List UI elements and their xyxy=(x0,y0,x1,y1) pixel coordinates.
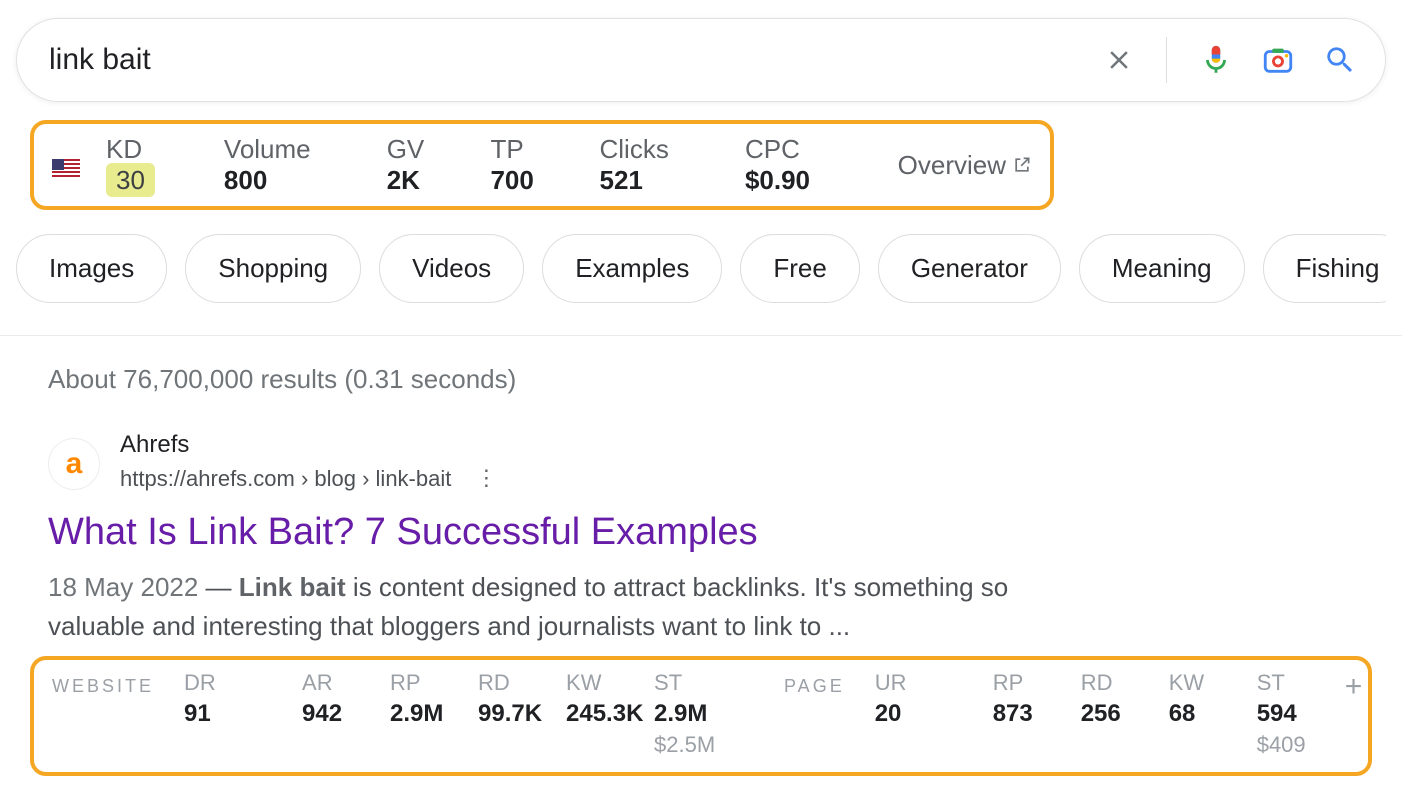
divider xyxy=(1166,37,1167,83)
chip-examples[interactable]: Examples xyxy=(542,234,722,303)
ar-metric: AR 942 xyxy=(302,670,360,728)
rd-website-metric: RD 99.7K xyxy=(478,670,536,728)
search-bar xyxy=(16,18,1386,102)
clicks-metric: Clicks 521 xyxy=(599,134,718,196)
volume-label: Volume xyxy=(224,134,311,164)
st-website-sub: $2.5M xyxy=(654,732,712,758)
st-page-metric: ST 594 $409 xyxy=(1257,670,1315,758)
rp-website-metric: RP 2.9M xyxy=(390,670,448,728)
search-input[interactable] xyxy=(49,43,1104,77)
tp-label: TP xyxy=(490,134,523,164)
st-website-value: 2.9M xyxy=(654,700,712,728)
clicks-value: 521 xyxy=(599,165,642,195)
results-count: About 76,700,000 results (0.31 seconds) xyxy=(48,364,1402,395)
rp-page-metric: RP 873 xyxy=(993,670,1051,728)
overview-label: Overview xyxy=(898,150,1006,181)
rd-website-value: 99.7K xyxy=(478,700,536,728)
ur-value: 20 xyxy=(875,700,933,728)
result-date: 18 May 2022 xyxy=(48,572,198,602)
rd-website-label: RD xyxy=(478,670,536,696)
chip-shopping[interactable]: Shopping xyxy=(185,234,361,303)
kw-page-value: 68 xyxy=(1169,700,1227,728)
ar-label: AR xyxy=(302,670,360,696)
kw-website-metric: KW 245.3K xyxy=(566,670,624,728)
rd-page-label: RD xyxy=(1081,670,1139,696)
ur-metric: UR 20 xyxy=(875,670,933,728)
ar-value: 942 xyxy=(302,700,360,728)
chip-meaning[interactable]: Meaning xyxy=(1079,234,1245,303)
filter-chips: Images Shopping Videos Examples Free Gen… xyxy=(16,234,1386,303)
gv-label: GV xyxy=(387,134,425,164)
rd-page-metric: RD 256 xyxy=(1081,670,1139,728)
page-section-label: PAGE xyxy=(784,670,845,697)
gv-value: 2K xyxy=(387,165,420,195)
st-page-sub: $409 xyxy=(1257,732,1315,758)
result-title[interactable]: What Is Link Bait? 7 Successful Examples xyxy=(48,511,1402,554)
ur-label: UR xyxy=(875,670,933,696)
chip-generator[interactable]: Generator xyxy=(878,234,1061,303)
rp-page-value: 873 xyxy=(993,700,1051,728)
chip-free[interactable]: Free xyxy=(740,234,859,303)
snippet-bold: Link bait xyxy=(239,572,346,602)
page-metrics-toolbar: WEBSITE DR 91 AR 942 RP 2.9M RD 99.7K KW… xyxy=(30,656,1372,776)
clicks-label: Clicks xyxy=(599,134,668,164)
result-snippet: 18 May 2022 — Link bait is content desig… xyxy=(48,568,1068,646)
search-result: a Ahrefs https://ahrefs.com › blog › lin… xyxy=(48,431,1402,646)
divider xyxy=(0,335,1402,336)
rp-website-label: RP xyxy=(390,670,448,696)
result-site-name: Ahrefs xyxy=(120,431,503,459)
kw-page-label: KW xyxy=(1169,670,1227,696)
chip-videos[interactable]: Videos xyxy=(379,234,524,303)
gv-metric: GV 2K xyxy=(387,134,465,196)
result-more-icon[interactable]: ⋮ xyxy=(469,459,503,497)
site-favicon: a xyxy=(48,438,100,490)
clear-icon[interactable] xyxy=(1104,45,1134,75)
voice-search-icon[interactable] xyxy=(1199,43,1233,77)
st-website-label: ST xyxy=(654,670,712,696)
add-metric-icon[interactable]: + xyxy=(1345,670,1363,704)
search-icons xyxy=(1104,37,1357,83)
cpc-label: CPC xyxy=(745,134,800,164)
image-search-icon[interactable] xyxy=(1261,43,1295,77)
snippet-sep: — xyxy=(198,572,238,602)
result-header: a Ahrefs https://ahrefs.com › blog › lin… xyxy=(48,431,1402,497)
cpc-value: $0.90 xyxy=(745,165,810,195)
result-url[interactable]: https://ahrefs.com › blog › link-bait xyxy=(120,466,451,492)
st-page-label: ST xyxy=(1257,670,1315,696)
website-section-label: WEBSITE xyxy=(52,670,154,697)
kd-metric: KD 30 xyxy=(106,134,198,196)
st-website-metric: ST 2.9M $2.5M xyxy=(654,670,712,758)
kd-value: 30 xyxy=(106,163,155,197)
chip-fishing[interactable]: Fishing xyxy=(1263,234,1386,303)
cpc-metric: CPC $0.90 xyxy=(745,134,872,196)
tp-metric: TP 700 xyxy=(490,134,573,196)
kw-website-value: 245.3K xyxy=(566,700,624,728)
volume-value: 800 xyxy=(224,165,267,195)
search-icon[interactable] xyxy=(1323,43,1357,77)
dr-metric: DR 91 xyxy=(184,670,242,728)
rp-website-value: 2.9M xyxy=(390,700,448,728)
dr-label: DR xyxy=(184,670,242,696)
rd-page-value: 256 xyxy=(1081,700,1139,728)
external-link-icon xyxy=(1012,155,1032,175)
rp-page-label: RP xyxy=(993,670,1051,696)
country-flag-icon[interactable] xyxy=(52,155,80,175)
seo-metrics-toolbar: KD 30 Volume 800 GV 2K TP 700 Clicks 521… xyxy=(30,120,1054,210)
st-page-value: 594 xyxy=(1257,700,1315,728)
chip-images[interactable]: Images xyxy=(16,234,167,303)
overview-link[interactable]: Overview xyxy=(898,150,1032,181)
kw-page-metric: KW 68 xyxy=(1169,670,1227,728)
dr-value: 91 xyxy=(184,700,242,728)
kd-label: KD xyxy=(106,134,142,164)
volume-metric: Volume 800 xyxy=(224,134,361,196)
kw-website-label: KW xyxy=(566,670,624,696)
tp-value: 700 xyxy=(490,165,533,195)
